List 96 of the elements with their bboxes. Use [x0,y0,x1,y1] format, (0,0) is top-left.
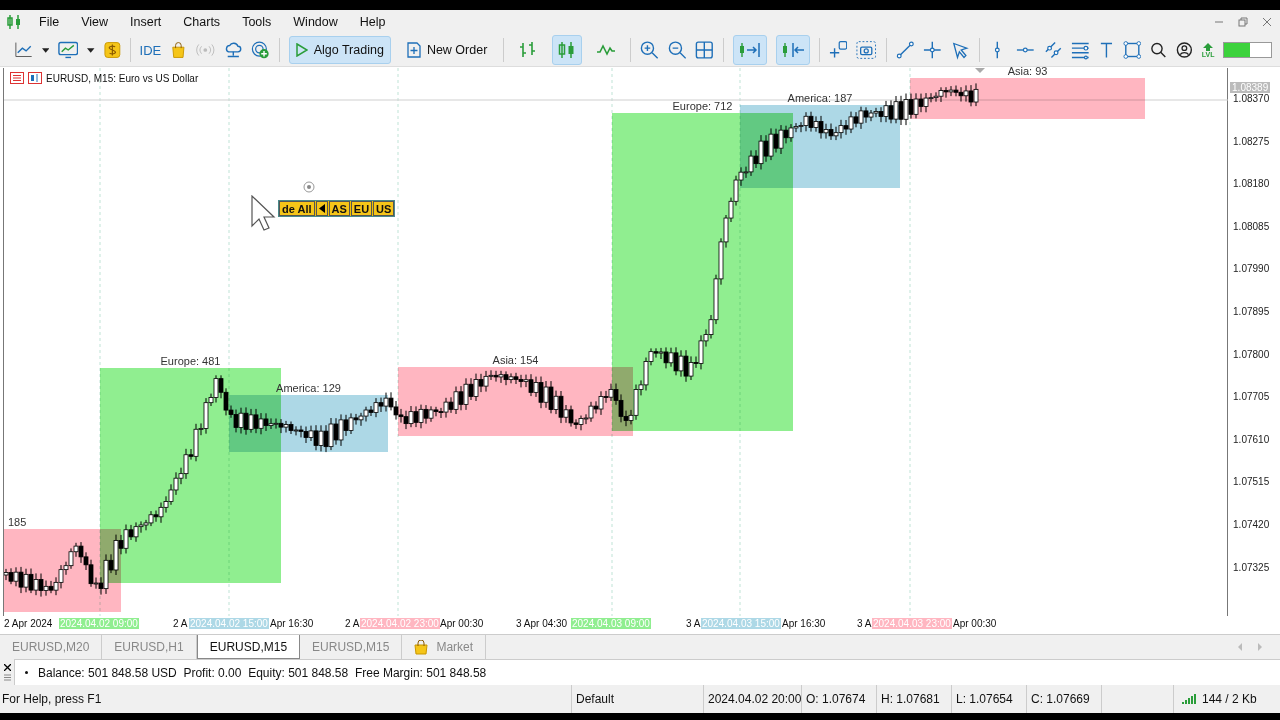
price-tick-label: 1.08275 [1233,135,1270,147]
scroll-to-end-icon [737,41,762,59]
camera-icon[interactable] [856,40,877,60]
zoom-out-icon[interactable] [667,40,687,60]
bullet-icon [25,671,28,674]
candlestick-toggle[interactable] [552,35,583,65]
menu-item[interactable]: Charts [174,15,230,29]
target-plus-icon[interactable] [251,40,270,60]
menu-item[interactable]: Window [284,15,347,29]
session-label: America: 187 [787,92,853,104]
time-axis-label: 2024.04.02 23:00 [360,618,440,629]
rectangle-tool-icon[interactable] [1122,40,1142,60]
monitor-chart-icon[interactable] [58,41,79,59]
trend-line-icon[interactable] [895,40,915,60]
menu-item[interactable]: Help [350,15,395,29]
algo-trading-button[interactable]: Algo Trading [288,36,391,64]
menu-item[interactable]: Tools [233,15,281,29]
session-label: America: 129 [276,382,341,394]
time-axis-label: 2 A [172,618,189,629]
menu-item[interactable]: Insert [121,15,171,29]
chart-shift-icon [780,41,805,59]
price-tick-label: 1.07515 [1233,476,1270,488]
session-label: 185 [8,516,27,528]
caret-icon[interactable] [87,47,95,53]
menu-item[interactable]: File [30,15,69,29]
close-icon[interactable] [3,663,11,671]
time-axis-label: 2 A [344,618,361,629]
time-axis-label: 2024.04.03 09:00 [571,618,651,629]
collapse-arrow-button[interactable] [315,201,328,216]
account-icon[interactable] [1176,41,1193,59]
price-tick-label: 1.08085 [1233,220,1270,232]
shopping-bag-icon[interactable] [170,41,187,59]
chart-window-icon[interactable] [28,72,42,84]
play-icon [295,43,308,57]
search-icon[interactable] [1150,41,1168,59]
auto-scroll-toggle[interactable] [732,35,767,65]
crosshair-icon[interactable] [923,40,942,60]
price-tick-label: 1.07325 [1233,561,1270,573]
new-order-button[interactable]: New Order [399,36,495,64]
caret-icon[interactable] [41,47,50,53]
session-label: Asia: 154 [492,354,539,366]
crosshair-info-icon[interactable] [828,40,848,60]
grid-icon[interactable] [695,40,714,60]
line-chart-icon[interactable] [14,41,33,59]
price-tick-label: 1.07800 [1233,348,1270,360]
document-plus-icon [406,42,421,58]
account-summary: Balance: 501 848.58 USD Profit: 0.00 Equity: 501 848.58 Free Margin: 501 848.58 [38,665,487,680]
cloud-icon[interactable] [223,41,243,59]
price-tick-label: 1.07895 [1233,306,1270,317]
current-price-marker-icon [975,68,985,73]
left-triangle-icon [318,204,325,213]
time-axis-label: 2024.04.03 15:00 [701,618,781,629]
text-tool-icon[interactable] [1098,41,1114,59]
price-tick-label: 1.07610 [1233,433,1270,445]
session-label: Asia: 93 [1007,65,1048,77]
session-label: Europe: 481 [160,355,221,367]
session-filter-button[interactable]: US [373,201,395,216]
channel-icon[interactable] [1043,40,1063,60]
price-tick-label: 1.07420 [1233,519,1270,530]
price-tick-label: 1.08370 [1233,93,1270,104]
ide-button[interactable]: IDE [139,42,162,58]
current-price-label: 1.08389 [1230,82,1271,93]
dollar-icon[interactable] [103,41,121,59]
restore-icon[interactable] [1238,17,1248,27]
cursor-icon[interactable] [950,40,970,60]
time-axis-label: Apr 16:30 [269,618,315,629]
session-label: Europe: 712 [672,100,733,112]
time-axis-label: 2024.04.02 09:00 [59,618,139,629]
status-traffic: 144 / 2 Kb [1202,692,1257,706]
time-axis-label: 3 Apr 04:30 [515,618,569,629]
time-axis-label: Apr 16:30 [781,618,827,629]
chart-list-icon[interactable] [10,72,24,84]
time-axis-label: Apr 00:30 [952,618,998,629]
candlestick-logo-icon [6,14,22,30]
menu-item[interactable]: View [72,15,118,29]
price-tick-label: 1.07990 [1233,263,1270,275]
chart-title: EURUSD, M15: Euro vs US Dollar [46,72,199,84]
time-axis-label: 3 A [685,618,702,629]
time-axis-label: 2 Apr 2024 [3,618,54,629]
session-filter-button[interactable]: de All [279,201,315,216]
time-axis-label: 3 A [856,618,873,629]
drag-handle-icon[interactable] [3,673,11,681]
session-filter-button[interactable]: AS [328,201,350,216]
shopping-bag-icon [414,639,429,655]
price-tick-label: 1.07705 [1233,391,1270,403]
time-axis-label: 2024.04.02 15:00 [189,618,269,629]
time-axis-label: Apr 00:30 [439,618,485,629]
session-filter-button[interactable]: EU [350,201,373,216]
time-axis-label: 2024.04.03 23:00 [872,618,952,629]
chart-tab[interactable]: EURUSD,M15 [196,635,301,659]
chart-shift-toggle[interactable] [775,35,810,65]
signal-bars-icon [1182,694,1196,704]
zoom-in-icon[interactable] [640,40,659,60]
anchor-point-icon [303,181,315,193]
price-tick-label: 1.08180 [1233,178,1270,190]
fibonacci-levels-icon[interactable] [1071,40,1090,60]
